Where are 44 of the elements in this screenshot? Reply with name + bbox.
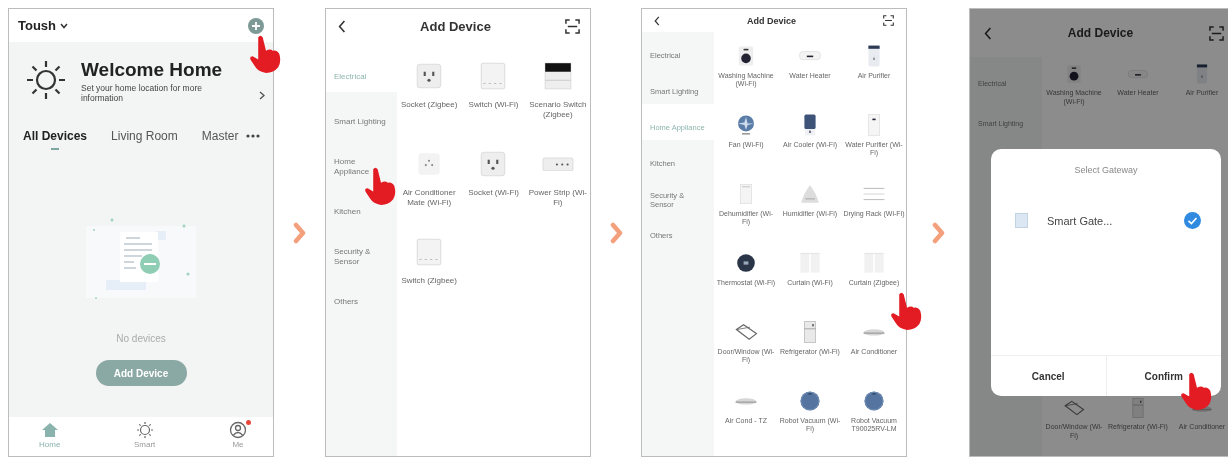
category-item[interactable]: Smart Lighting	[326, 92, 397, 137]
profile-icon	[229, 421, 247, 439]
scan-icon[interactable]	[883, 15, 894, 26]
room-tab[interactable]: Master	[201, 129, 239, 148]
device-item[interactable]: Switch (Zigbee)	[397, 236, 462, 324]
chevron-right-icon	[931, 221, 945, 244]
sun-icon	[25, 59, 67, 101]
scan-icon[interactable]	[565, 18, 580, 34]
hand-pointer-icon	[249, 34, 283, 74]
dialog-button[interactable]: Cancel	[991, 356, 1106, 396]
device-item[interactable]: Air Conditioner Mate (Wi-Fi)	[397, 148, 462, 236]
back-icon[interactable]	[338, 19, 346, 33]
room-tab[interactable]: All Devices	[23, 129, 88, 148]
gateway-option[interactable]: Smart Gate...	[991, 212, 1221, 229]
chevron-right-icon	[609, 221, 623, 244]
device-item[interactable]: Switch (Wi-Fi)	[461, 60, 526, 148]
welcome-title: Welcome Home	[81, 59, 224, 81]
dialog-title: Select Gateway	[1074, 165, 1138, 175]
room-tab[interactable]: Living Room	[111, 129, 178, 148]
caret-icon	[60, 22, 69, 29]
category-item[interactable]: Others	[326, 272, 397, 317]
more-icon[interactable]	[246, 134, 261, 138]
device-item[interactable]: Power Strip (Wi-Fi)	[525, 148, 590, 236]
chevron-right-icon[interactable]	[259, 91, 265, 100]
back-icon[interactable]	[654, 15, 660, 26]
device-item[interactable]: Scenario Switch (Zigbee)	[525, 60, 590, 148]
screen-title: Add Device	[1067, 26, 1134, 40]
device-item[interactable]: Socket (Wi-Fi)	[461, 148, 526, 236]
add-icon[interactable]	[248, 17, 264, 34]
scan-icon[interactable]	[1209, 25, 1224, 41]
gateway-icon	[1015, 213, 1028, 228]
screen-title: Add Device	[747, 15, 796, 26]
screen-title: Add Device	[420, 18, 491, 34]
sun-icon	[135, 421, 154, 439]
home-icon	[40, 421, 59, 439]
empty-message: No devices	[116, 333, 166, 344]
back-icon[interactable]	[984, 26, 992, 40]
hand-pointer-icon	[890, 291, 924, 331]
category-item[interactable]: Security & Sensor	[326, 227, 397, 272]
home-selector[interactable]: Toush	[18, 18, 69, 33]
welcome-subtitle: Set your home location for more information	[81, 83, 203, 103]
chevron-right-icon	[293, 221, 306, 244]
category-item[interactable]: Home Appliance	[326, 137, 397, 182]
device-item[interactable]: Socket (Zigbee)	[397, 60, 462, 148]
